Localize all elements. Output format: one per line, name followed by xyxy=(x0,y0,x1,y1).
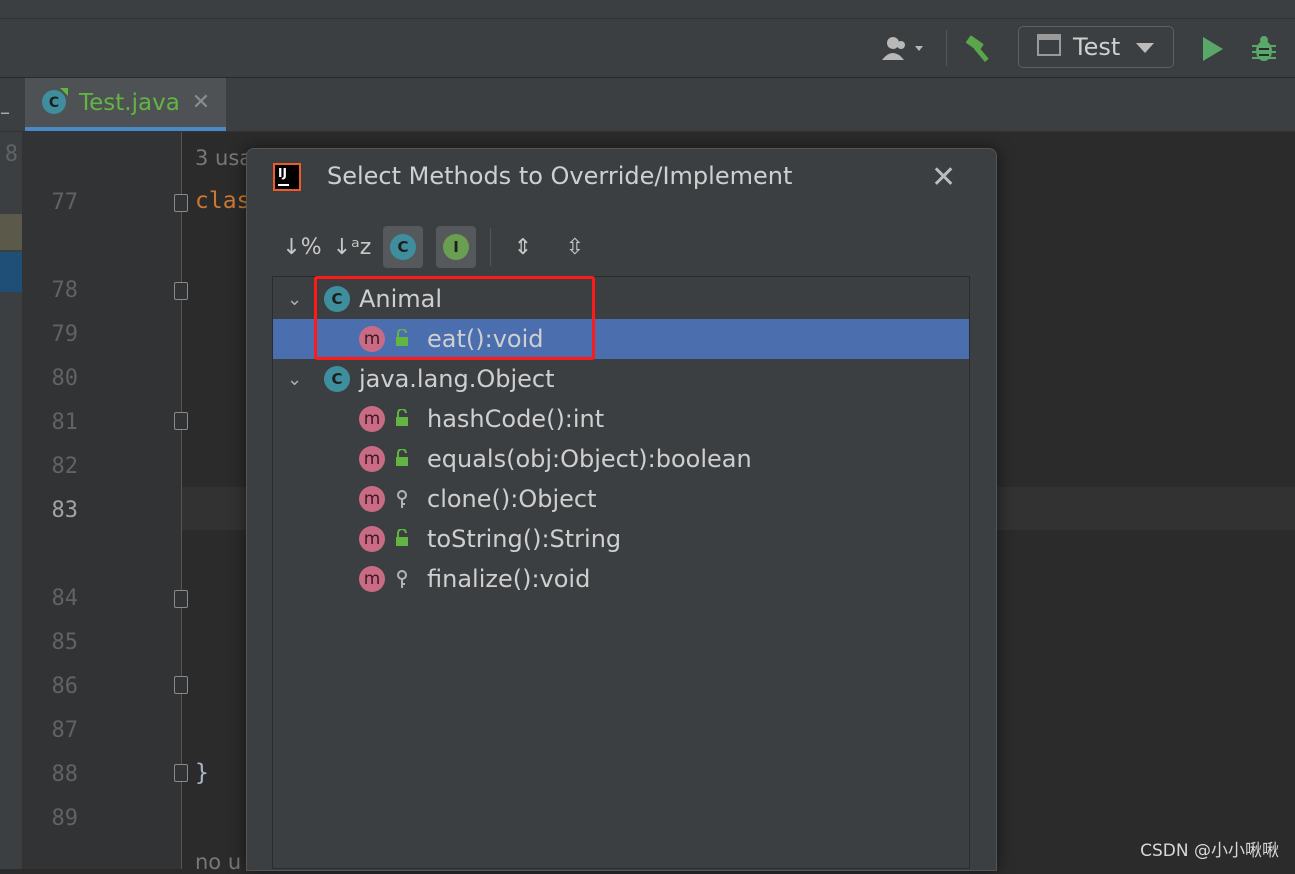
tree-node-method-hashcode[interactable]: m hashCode():int xyxy=(273,399,969,439)
tree-node-method-finalize[interactable]: m finalize():void xyxy=(273,559,969,599)
code-closing-brace: } xyxy=(195,760,209,786)
line-number: 87 xyxy=(51,718,79,743)
dialog-title: Select Methods to Override/Implement xyxy=(327,162,793,190)
gutter-marker xyxy=(0,252,22,292)
highlight-annotation-box xyxy=(314,276,595,360)
public-visibility-icon xyxy=(393,528,411,551)
run-configuration-selector[interactable]: Test xyxy=(1018,26,1174,68)
fold-toggle[interactable] xyxy=(174,412,188,430)
method-icon: m xyxy=(359,486,385,512)
window-title-strip xyxy=(0,0,1295,19)
line-number: 79 xyxy=(51,322,79,347)
window-icon xyxy=(1037,34,1061,60)
close-icon[interactable]: ✕ xyxy=(931,160,956,195)
fold-toggle[interactable] xyxy=(174,194,188,212)
collapse-all-icon[interactable]: ⇳ xyxy=(555,226,595,268)
close-icon[interactable]: ✕ xyxy=(192,90,210,115)
line-number: 8 xyxy=(4,142,18,167)
tab-overflow-icon[interactable]: – xyxy=(0,100,10,124)
tree-node-label: equals(obj:Object):boolean xyxy=(427,445,752,473)
tree-node-method-equals[interactable]: m equals(obj:Object):boolean xyxy=(273,439,969,479)
line-number: 89 xyxy=(51,806,79,831)
run-configuration-label: Test xyxy=(1073,33,1121,61)
watermark: CSDN @小小啾啾 xyxy=(1140,841,1279,861)
tree-node-class-object[interactable]: ⌄ C java.lang.Object xyxy=(273,359,969,399)
fold-toggle[interactable] xyxy=(174,590,188,608)
line-number: 86 xyxy=(51,674,79,699)
svg-text:C: C xyxy=(49,95,59,111)
protected-visibility-icon xyxy=(395,489,409,513)
line-number: 77 xyxy=(51,190,79,215)
show-interfaces-icon[interactable]: I xyxy=(436,226,476,268)
line-number: 78 xyxy=(51,278,79,303)
protected-visibility-icon xyxy=(395,569,409,593)
usages-hint[interactable]: no u xyxy=(195,850,241,874)
tree-node-label: finalize():void xyxy=(427,565,591,593)
method-icon: m xyxy=(359,566,385,592)
fold-toggle[interactable] xyxy=(174,282,188,300)
method-icon: m xyxy=(359,526,385,552)
method-icon: m xyxy=(359,406,385,432)
tree-node-method-tostring[interactable]: m toString():String xyxy=(273,519,969,559)
sort-by-visibility-icon[interactable]: ↓% xyxy=(282,226,322,268)
toolbar-separator xyxy=(490,228,491,266)
line-number: 81 xyxy=(51,410,79,435)
line-number: 84 xyxy=(51,586,79,611)
show-classes-icon[interactable]: C xyxy=(383,226,423,268)
debug-icon[interactable] xyxy=(1246,33,1282,65)
sort-alphabetically-icon[interactable]: ↓ᵃz xyxy=(332,226,372,268)
chevron-down-icon[interactable]: ⌄ xyxy=(287,369,302,390)
fold-toggle[interactable] xyxy=(174,764,188,782)
build-hammer-icon[interactable] xyxy=(960,33,1000,65)
run-icon[interactable] xyxy=(1196,33,1230,65)
method-icon: m xyxy=(359,446,385,472)
tree-node-label: hashCode():int xyxy=(427,405,605,433)
tab-test-java[interactable]: C Test.java ✕ xyxy=(25,78,226,131)
fold-toggle[interactable] xyxy=(174,676,188,694)
line-number: 82 xyxy=(51,454,79,479)
tree-node-label: java.lang.Object xyxy=(359,365,555,393)
usages-hint[interactable]: 3 usa xyxy=(195,146,252,170)
line-number: 80 xyxy=(51,366,79,391)
tree-node-label: clone():Object xyxy=(427,485,597,513)
tab-label: Test.java xyxy=(79,89,180,116)
toolbar-separator xyxy=(946,30,947,66)
java-class-icon: C xyxy=(41,87,69,119)
class-icon: C xyxy=(324,366,350,392)
line-number: 88 xyxy=(51,762,79,787)
intellij-logo-icon: IJ xyxy=(273,163,301,191)
chevron-down-icon[interactable]: ⌄ xyxy=(287,289,302,310)
gutter-marker xyxy=(0,214,22,250)
user-icon[interactable] xyxy=(876,33,934,65)
line-number-current: 83 xyxy=(51,498,79,523)
tree-node-label: toString():String xyxy=(427,525,622,553)
expand-all-icon[interactable]: ⇕ xyxy=(503,226,543,268)
fold-guide xyxy=(181,132,182,869)
chevron-down-icon xyxy=(1136,38,1155,57)
public-visibility-icon xyxy=(393,408,411,431)
tree-node-method-clone[interactable]: m clone():Object xyxy=(273,479,969,519)
public-visibility-icon xyxy=(393,448,411,471)
line-number: 85 xyxy=(51,630,79,655)
code-keyword: clas xyxy=(195,188,251,214)
